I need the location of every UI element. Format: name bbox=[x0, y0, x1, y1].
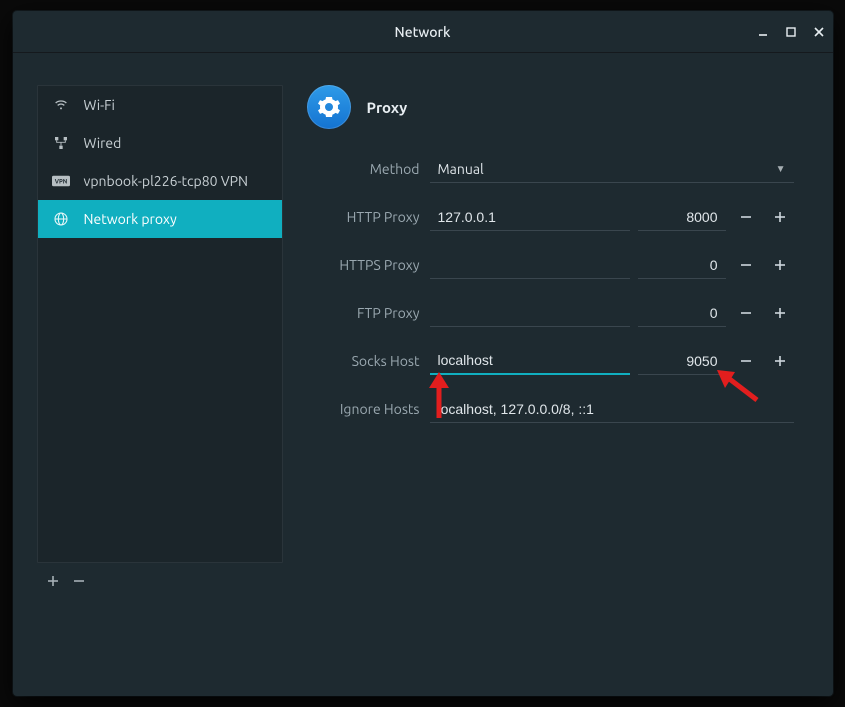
http-proxy-port-input[interactable] bbox=[638, 203, 726, 231]
minus-icon bbox=[740, 307, 752, 319]
main-header: Proxy bbox=[307, 85, 809, 129]
ignore-hosts-label: Ignore Hosts bbox=[307, 401, 422, 417]
plus-icon bbox=[774, 355, 786, 367]
plus-icon bbox=[774, 211, 786, 223]
sidebar-footer bbox=[37, 571, 283, 591]
globe-icon bbox=[52, 210, 70, 228]
add-connection-button[interactable] bbox=[43, 571, 63, 591]
http-proxy-label: HTTP Proxy bbox=[307, 209, 422, 225]
sidebar-wrap: Wi-Fi Wired VPN vpnbook-pl226-tcp80 VPN bbox=[37, 85, 283, 672]
main-title: Proxy bbox=[367, 99, 408, 116]
http-proxy-port-increase[interactable] bbox=[768, 205, 792, 229]
ftp-proxy-port-input[interactable] bbox=[638, 299, 726, 327]
sidebar-item-label: Network proxy bbox=[84, 211, 177, 227]
chevron-down-icon: ▼ bbox=[776, 163, 786, 175]
vpn-icon: VPN bbox=[52, 172, 70, 190]
close-button[interactable] bbox=[805, 11, 833, 53]
http-proxy-host-input[interactable] bbox=[430, 203, 630, 231]
minimize-icon bbox=[757, 26, 769, 38]
sidebar-item-vpn[interactable]: VPN vpnbook-pl226-tcp80 VPN bbox=[38, 162, 282, 200]
https-proxy-host-input[interactable] bbox=[430, 251, 630, 279]
window-controls bbox=[749, 11, 833, 53]
minimize-button[interactable] bbox=[749, 11, 777, 53]
sidebar-item-label: Wired bbox=[84, 135, 122, 151]
window-title: Network bbox=[395, 24, 451, 40]
gear-icon bbox=[317, 95, 341, 119]
https-proxy-label: HTTPS Proxy bbox=[307, 257, 422, 273]
https-proxy-port-increase[interactable] bbox=[768, 253, 792, 277]
sidebar-item-label: Wi-Fi bbox=[84, 97, 115, 113]
minus-icon bbox=[740, 211, 752, 223]
sidebar: Wi-Fi Wired VPN vpnbook-pl226-tcp80 VPN bbox=[37, 85, 283, 563]
wifi-icon bbox=[52, 96, 70, 114]
titlebar: Network bbox=[13, 11, 833, 53]
http-proxy-port-decrease[interactable] bbox=[734, 205, 758, 229]
minus-icon bbox=[740, 355, 752, 367]
close-icon bbox=[813, 26, 825, 38]
wired-icon bbox=[52, 134, 70, 152]
proxy-form: Method Manual ▼ HTTP Proxy HTTPS Proxy F… bbox=[307, 155, 809, 423]
minus-icon bbox=[740, 259, 752, 271]
ftp-proxy-port-decrease[interactable] bbox=[734, 301, 758, 325]
minus-icon bbox=[73, 575, 85, 587]
ftp-proxy-label: FTP Proxy bbox=[307, 305, 422, 321]
sidebar-item-network-proxy[interactable]: Network proxy bbox=[38, 200, 282, 238]
socks-host-port-decrease[interactable] bbox=[734, 349, 758, 373]
method-label: Method bbox=[307, 161, 422, 177]
plus-icon bbox=[774, 307, 786, 319]
network-settings-window: Network Wi-Fi bbox=[13, 11, 833, 696]
socks-host-port-input[interactable] bbox=[638, 347, 726, 375]
ftp-proxy-port-increase[interactable] bbox=[768, 301, 792, 325]
ignore-hosts-input[interactable] bbox=[430, 395, 794, 423]
https-proxy-port-input[interactable] bbox=[638, 251, 726, 279]
plus-icon bbox=[774, 259, 786, 271]
socks-host-port-increase[interactable] bbox=[768, 349, 792, 373]
socks-host-label: Socks Host bbox=[307, 353, 422, 369]
socks-host-input[interactable] bbox=[430, 347, 630, 375]
sidebar-item-wired[interactable]: Wired bbox=[38, 124, 282, 162]
plus-icon bbox=[47, 575, 59, 587]
maximize-button[interactable] bbox=[777, 11, 805, 53]
sidebar-item-label: vpnbook-pl226-tcp80 VPN bbox=[84, 173, 248, 189]
svg-text:VPN: VPN bbox=[54, 178, 66, 185]
proxy-icon bbox=[307, 85, 351, 129]
main-panel: Proxy Method Manual ▼ HTTP Proxy HTTPS P… bbox=[307, 85, 809, 672]
remove-connection-button[interactable] bbox=[69, 571, 89, 591]
content: Wi-Fi Wired VPN vpnbook-pl226-tcp80 VPN bbox=[13, 53, 833, 696]
method-select[interactable]: Manual ▼ bbox=[430, 155, 794, 183]
ftp-proxy-host-input[interactable] bbox=[430, 299, 630, 327]
method-value: Manual bbox=[438, 161, 484, 177]
https-proxy-port-decrease[interactable] bbox=[734, 253, 758, 277]
maximize-icon bbox=[785, 26, 797, 38]
sidebar-item-wifi[interactable]: Wi-Fi bbox=[38, 86, 282, 124]
